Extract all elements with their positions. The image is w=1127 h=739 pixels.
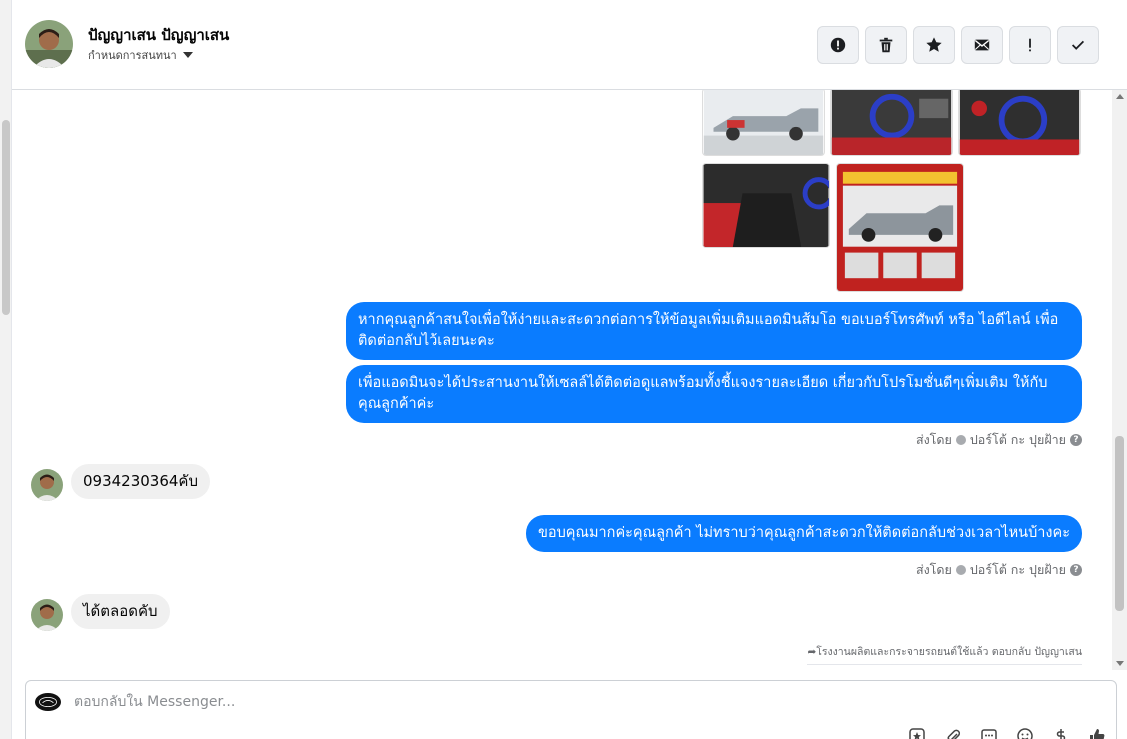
help-icon[interactable]: ?: [1070, 564, 1082, 576]
scroll-up-arrow-icon[interactable]: [1116, 94, 1124, 99]
check-circle-icon: [955, 565, 966, 575]
attachment-image[interactable]: [702, 163, 830, 248]
delete-button[interactable]: [865, 26, 907, 64]
attachment-image[interactable]: [958, 90, 1081, 156]
saved-replies-icon[interactable]: [980, 727, 998, 739]
check-icon: [1071, 40, 1085, 50]
sent-by-label: ส่งโดย: [915, 432, 952, 447]
page-avatar[interactable]: [35, 693, 61, 711]
outgoing-message[interactable]: หากคุณลูกค้าสนใจเพื่อให้ง่ายและสะดวกต่อก…: [346, 302, 1082, 360]
assign-conversation-dropdown[interactable]: กำหนดการสนทนา: [88, 46, 193, 64]
inbox-conversation-view: ปัญญาเสน ปัญญาเสน กำหนดการสนทนา หากคุณลู…: [0, 0, 1127, 739]
outgoing-message[interactable]: เพื่อแอดมินจะได้ประสานงานให้เซลล์ได้ติดต…: [346, 365, 1082, 423]
incoming-message[interactable]: 0934230364คับ: [71, 464, 210, 499]
trash-icon: [879, 37, 893, 53]
alert-circle-icon: [830, 37, 846, 53]
mark-unread-button[interactable]: [961, 26, 1003, 64]
attach-icon[interactable]: [944, 727, 962, 739]
outgoing-message[interactable]: ขอบคุณมากค่ะคุณลูกค้า ไม่ทราบว่าคุณลูกค้…: [525, 515, 1082, 552]
emoji-icon[interactable]: [1016, 727, 1034, 739]
scroll-down-arrow-icon[interactable]: [1116, 661, 1124, 666]
incoming-message[interactable]: ได้ตลอดคับ: [71, 594, 170, 629]
mail-icon: [974, 39, 990, 51]
contact-avatar[interactable]: [25, 20, 73, 68]
payment-icon[interactable]: [1052, 727, 1070, 739]
exclamation-icon: [1029, 38, 1031, 52]
reply-arrow-icon: ➦: [807, 646, 817, 658]
sent-by-info: ส่งโดย ปอร์โต้ กะ ปุยฝ้าย ?: [916, 430, 1082, 450]
assign-label: กำหนดการสนทนา: [88, 49, 177, 62]
like-icon[interactable]: [1088, 727, 1106, 739]
composer-tools: [908, 727, 1106, 739]
star-button[interactable]: [913, 26, 955, 64]
check-circle-icon: [955, 435, 966, 445]
thread-scrollbar-thumb[interactable]: [1115, 436, 1124, 611]
conversation-actions: [817, 26, 1099, 64]
contact-avatar-small[interactable]: [31, 469, 63, 501]
thread-scrollbar[interactable]: [1112, 90, 1127, 670]
message-thread[interactable]: หากคุณลูกค้าสนใจเพื่อให้ง่ายและสะดวกต่อก…: [12, 90, 1112, 670]
attachment-image[interactable]: [702, 90, 825, 156]
reply-note: ➦โรงงานผลิตและกระจายรถยนต์ใช้แล้ว ตอบกลั…: [807, 643, 1082, 665]
sender-name: ปอร์โต้ กะ ปุยฝ้าย: [969, 432, 1066, 447]
left-scrollbar-thumb[interactable]: [2, 120, 10, 315]
star-icon: [926, 37, 942, 52]
important-button[interactable]: [1009, 26, 1051, 64]
reply-composer: [25, 680, 1117, 739]
attachment-image[interactable]: [830, 90, 953, 156]
help-icon[interactable]: ?: [1070, 434, 1082, 446]
left-scrollbar[interactable]: [0, 0, 12, 739]
sent-by-label: ส่งโดย: [915, 562, 952, 577]
reply-input[interactable]: [74, 691, 774, 713]
reply-note-text: โรงงานผลิตและกระจายรถยนต์ใช้แล้ว ตอบกลับ…: [816, 646, 1082, 658]
contact-avatar-small[interactable]: [31, 599, 63, 631]
done-button[interactable]: [1057, 26, 1099, 64]
caret-down-icon: [182, 52, 193, 58]
contact-name[interactable]: ปัญญาเสน ปัญญาเสน: [88, 23, 229, 47]
conversation-header: ปัญญาเสน ปัญญาเสน กำหนดการสนทนา: [12, 0, 1127, 90]
spam-button[interactable]: [817, 26, 859, 64]
sent-by-info: ส่งโดย ปอร์โต้ กะ ปุยฝ้าย ?: [916, 560, 1082, 580]
attachment-image[interactable]: [836, 163, 964, 292]
sender-name: ปอร์โต้ กะ ปุยฝ้าย: [969, 562, 1066, 577]
sticker-icon[interactable]: [908, 727, 926, 739]
